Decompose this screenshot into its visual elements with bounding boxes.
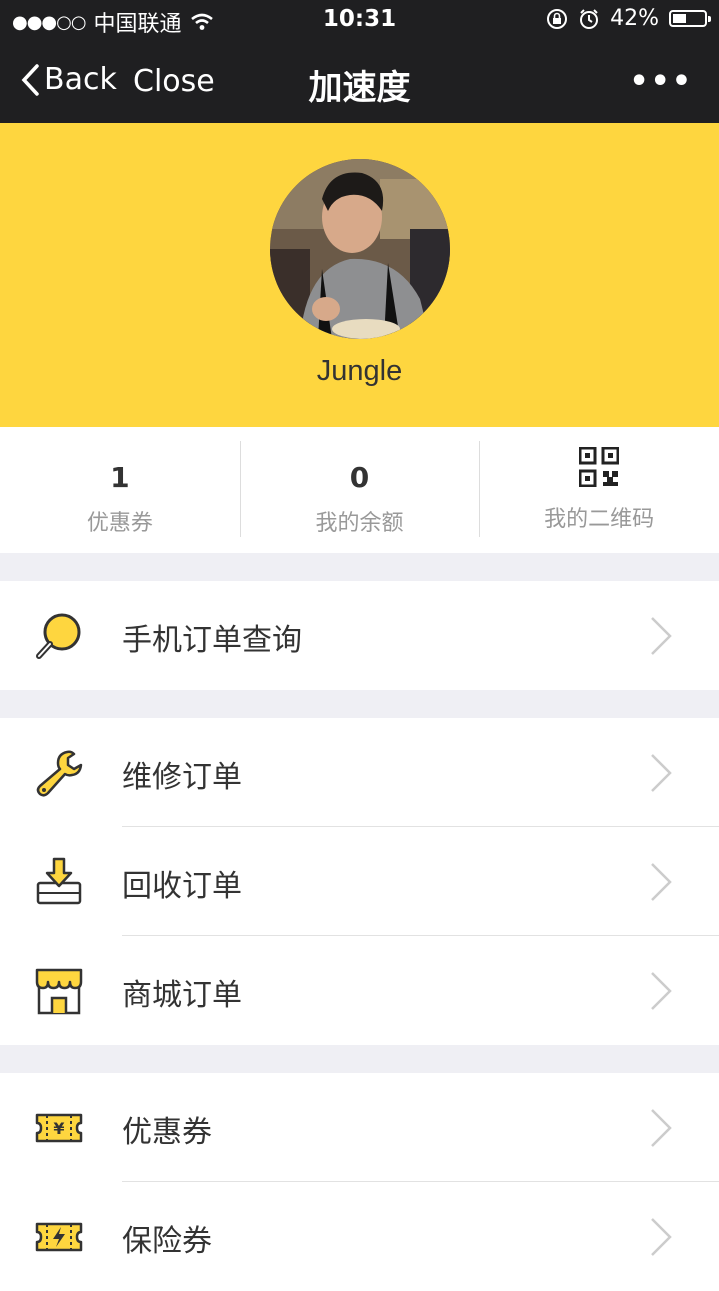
top-bar: ●●●○○ 中国联通 10:31 42% Back Close 加速度 •••	[0, 0, 719, 123]
stat-balance[interactable]: 0 我的余额	[239, 427, 480, 553]
group-orders: 维修订单 回收订单 商城订单	[0, 718, 719, 1045]
stats-bar: 1 优惠券 0 我的余额 我的二维码	[0, 427, 719, 553]
svg-text:¥: ¥	[53, 1119, 64, 1138]
menu-item-label: 手机订单查询	[122, 623, 302, 658]
chevron-right-icon	[651, 863, 672, 901]
chevron-right-icon	[651, 1109, 672, 1147]
menu-item-label: 优惠券	[122, 1115, 212, 1150]
magnifier-icon	[36, 613, 81, 659]
menu-item-mall-orders[interactable]: 商城订单	[0, 936, 719, 1045]
menu-item-label: 维修订单	[122, 760, 242, 795]
download-tray-icon	[36, 857, 82, 905]
coupon-label: 优惠券	[86, 511, 153, 536]
wrench-icon	[36, 750, 83, 797]
store-icon	[35, 968, 83, 1015]
stat-coupons[interactable]: 1 优惠券	[0, 427, 240, 553]
menu-item-phone-order-query[interactable]: 手机订单查询	[0, 581, 719, 690]
profile-header: Jungle	[0, 123, 719, 427]
group-tickets: ¥ 优惠券 保险券	[0, 1073, 719, 1291]
status-bar: ●●●○○ 中国联通 10:31 42%	[0, 0, 719, 40]
avatar[interactable]	[270, 159, 450, 339]
balance-amount: 0	[349, 461, 370, 494]
menu-item-coupons[interactable]: ¥ 优惠券	[0, 1073, 719, 1182]
menu-item-label: 回收订单	[122, 869, 242, 904]
alarm-icon	[580, 8, 599, 29]
orientation-lock-icon	[547, 8, 568, 29]
stat-qr-code[interactable]: 我的二维码	[479, 427, 719, 553]
battery-fill	[673, 14, 686, 23]
battery-percent: 42%	[610, 6, 659, 31]
more-button[interactable]: •••	[629, 64, 693, 99]
menu-item-recycle-orders[interactable]: 回收订单	[0, 827, 719, 936]
status-right: 42%	[546, 6, 711, 31]
menu-item-label: 保险券	[122, 1224, 212, 1259]
chevron-right-icon	[651, 617, 672, 655]
menu-item-repair-orders[interactable]: 维修订单	[0, 718, 719, 827]
menu-item-insurance[interactable]: 保险券	[0, 1182, 719, 1291]
username: Jungle	[316, 355, 403, 387]
group-query: 手机订单查询	[0, 581, 719, 690]
chevron-right-icon	[651, 1218, 672, 1256]
qr-code-icon	[578, 446, 620, 488]
menu-item-label: 商城订单	[122, 978, 242, 1013]
lightning-ticket-icon	[35, 1222, 83, 1252]
nav-bar: Back Close 加速度 •••	[0, 40, 719, 123]
coupon-count: 1	[110, 461, 130, 494]
chevron-right-icon	[651, 972, 672, 1010]
qr-code-label: 我的二维码	[544, 507, 655, 532]
avatar-photo	[270, 159, 450, 339]
balance-label: 我的余额	[315, 511, 404, 536]
battery-icon	[669, 10, 711, 27]
yen-ticket-icon: ¥	[35, 1113, 83, 1143]
chevron-right-icon	[651, 754, 672, 792]
page-title: 加速度	[308, 68, 411, 108]
